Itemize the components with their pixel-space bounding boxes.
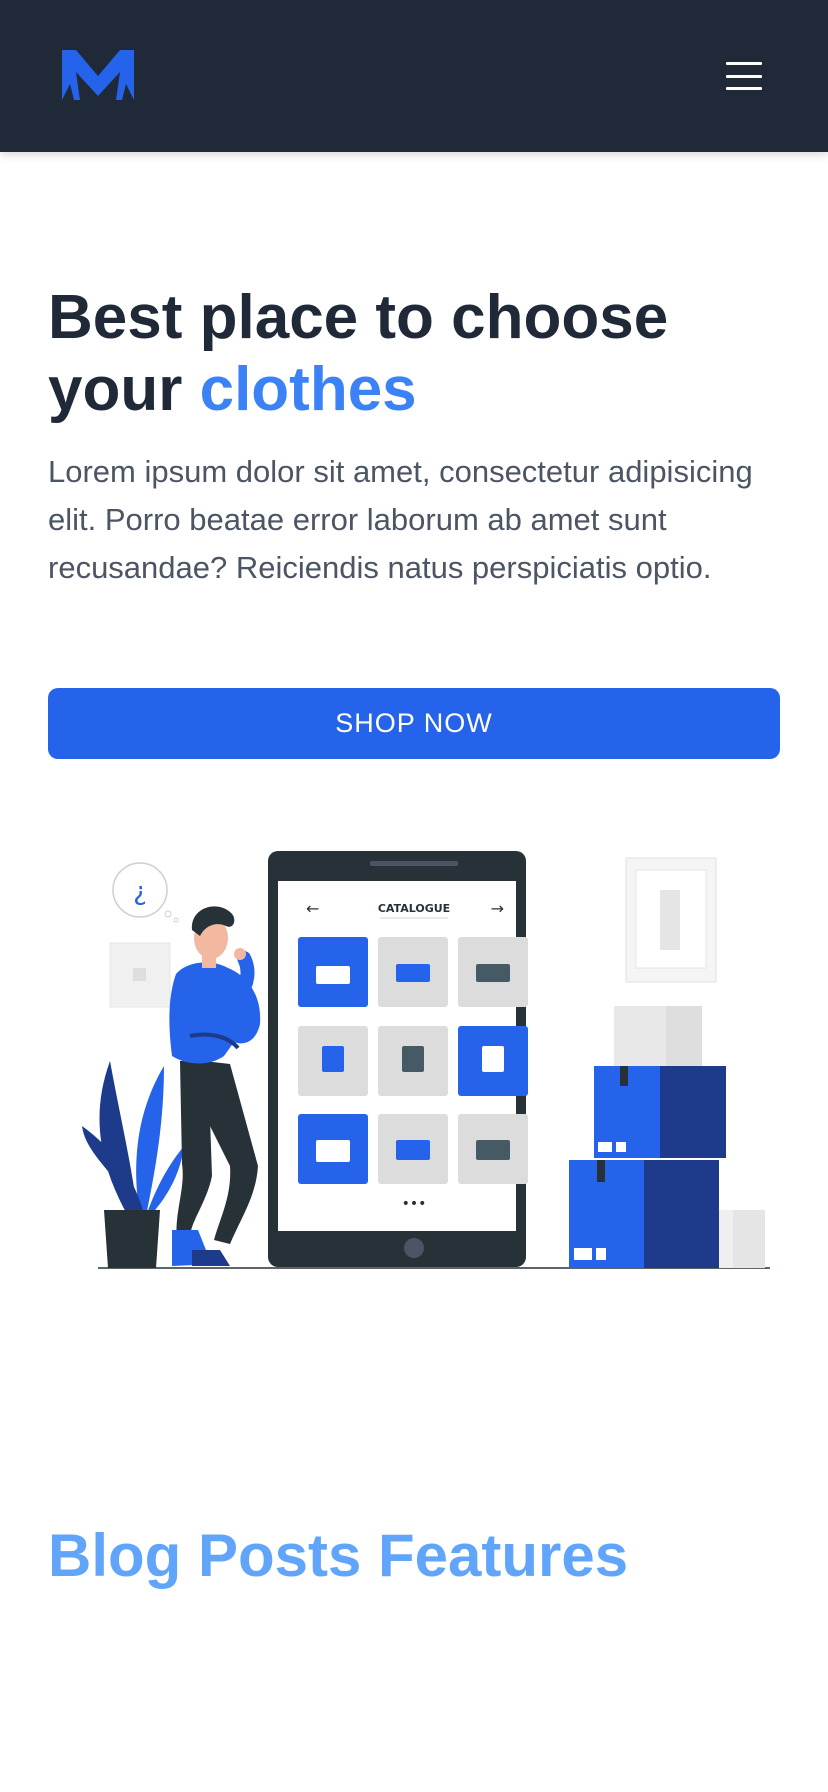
top-header: [0, 0, 828, 152]
hero-title: Best place to choose your clothes: [48, 282, 788, 426]
hero-description: Lorem ipsum dolor sit amet, consectetur …: [48, 454, 753, 585]
catalogue-label: CATALOGUE: [378, 902, 450, 915]
menu-line: [726, 74, 762, 78]
hero-title-highlight: clothes: [199, 355, 417, 424]
arrow-right-icon: →: [491, 899, 504, 918]
more-dots: •••: [402, 1196, 427, 1212]
tablet-device: ← → CATALOGUE •••: [268, 851, 528, 1267]
thought-bubble-dot: [173, 917, 179, 923]
menu-line: [726, 87, 762, 90]
shop-now-button[interactable]: SHOP NOW: [48, 688, 780, 759]
arrow-left-icon: ←: [306, 899, 319, 918]
man-figure-icon: [169, 906, 261, 1266]
hero-title-line1: Best place to choose: [48, 283, 669, 352]
menu-line: [726, 62, 762, 65]
wall-frame-left-inner: [133, 968, 146, 981]
thought-symbol: ¿: [133, 877, 147, 907]
thought-bubble-dot: [164, 910, 172, 918]
shopping-illustration: ¿ ← → CATALOGUE •••: [82, 851, 770, 1269]
blog-posts-title: Blog Posts Features: [48, 1522, 629, 1589]
brand-m-logo[interactable]: [62, 50, 134, 102]
tablet-speaker: [370, 861, 458, 866]
potted-plant-icon: [82, 1061, 184, 1268]
stacked-boxes-icon: [569, 1006, 765, 1268]
hero-title-word: your: [48, 355, 183, 424]
tablet-home-button: [404, 1238, 424, 1258]
hamburger-menu-icon[interactable]: [722, 58, 766, 94]
